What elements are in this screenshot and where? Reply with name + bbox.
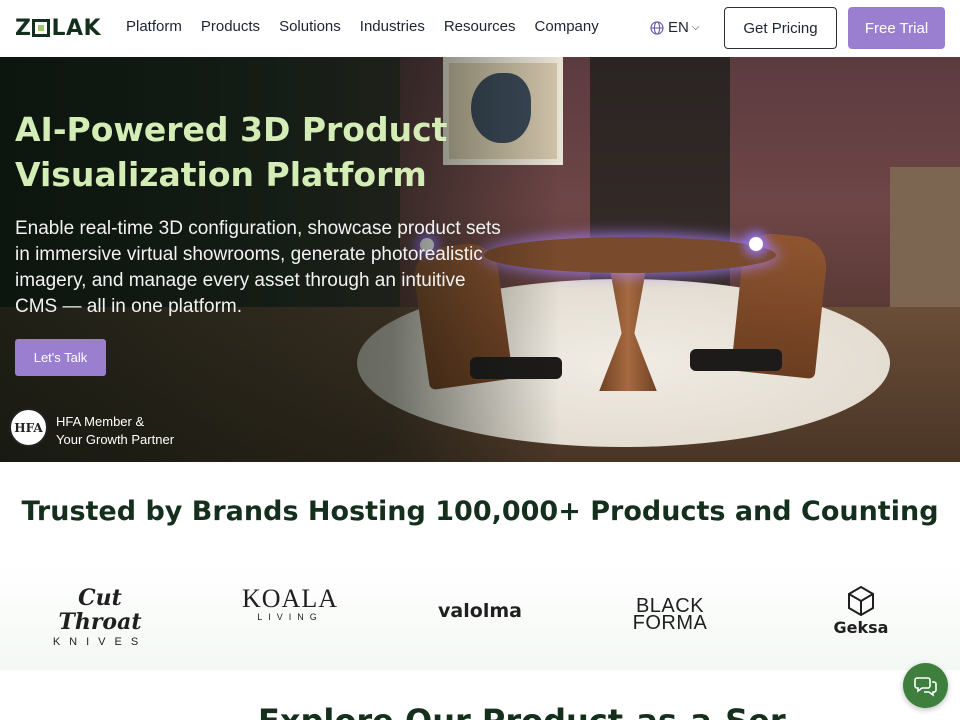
hfa-line-1: HFA Member &: [56, 414, 145, 429]
valolma-logo: valolma: [438, 600, 522, 622]
globe-icon: [650, 20, 664, 35]
site-header: Z LAK Platform Products Solutions Industr…: [0, 0, 960, 57]
trusted-by-title: Trusted by Brands Hosting 100,000+ Produ…: [21, 496, 939, 527]
language-label: EN: [668, 19, 689, 36]
cut-throat-knives-logo: Cut Throat KNIVES: [52, 585, 148, 648]
koala-living-logo: KOALA LIVING: [242, 584, 338, 623]
nav-products[interactable]: Products: [201, 18, 260, 35]
nav-industries[interactable]: Industries: [360, 18, 425, 35]
language-selector[interactable]: EN ⌵: [650, 19, 699, 36]
nav-resources[interactable]: Resources: [444, 18, 516, 35]
geksa-logo: Geksa: [822, 586, 900, 637]
hfa-member-text: HFA Member & Your Growth Partner: [56, 413, 174, 449]
hfa-member-badge: HFA: [9, 408, 48, 447]
hero-description: Enable real-time 3D configuration, showc…: [15, 218, 501, 317]
get-pricing-button[interactable]: Get Pricing: [724, 7, 837, 49]
main-nav: Platform Products Solutions Industries R…: [126, 18, 618, 35]
hexagon-cube-icon: [848, 586, 874, 616]
hero-title: AI-Powered 3D Product Visualization Plat…: [15, 110, 448, 194]
lets-talk-button[interactable]: Let's Talk: [15, 339, 106, 376]
logo-o-mark: [32, 19, 51, 37]
hotspot-dot-right[interactable]: [749, 237, 763, 251]
brand-logos-strip: Cut Throat KNIVES KOALA LIVING valolma B…: [0, 560, 960, 670]
nav-company[interactable]: Company: [535, 18, 599, 35]
hero-section: AI-Powered 3D Product Visualization Plat…: [0, 57, 960, 462]
chat-widget-button[interactable]: [903, 663, 948, 708]
chat-bubbles-icon: [913, 676, 937, 697]
nav-platform[interactable]: Platform: [126, 18, 182, 35]
black-forma-logo: BLACK FORMA: [632, 595, 708, 634]
nav-solutions[interactable]: Solutions: [279, 18, 341, 35]
zolak-logo[interactable]: Z LAK: [15, 14, 101, 42]
hfa-line-2: Your Growth Partner: [56, 432, 175, 447]
chair-seat: [690, 349, 782, 371]
explore-section-title: Explore Our Product-as-a-Ser: [258, 702, 786, 720]
free-trial-button[interactable]: Free Trial: [848, 7, 945, 49]
chevron-down-icon: ⌵: [691, 22, 700, 33]
